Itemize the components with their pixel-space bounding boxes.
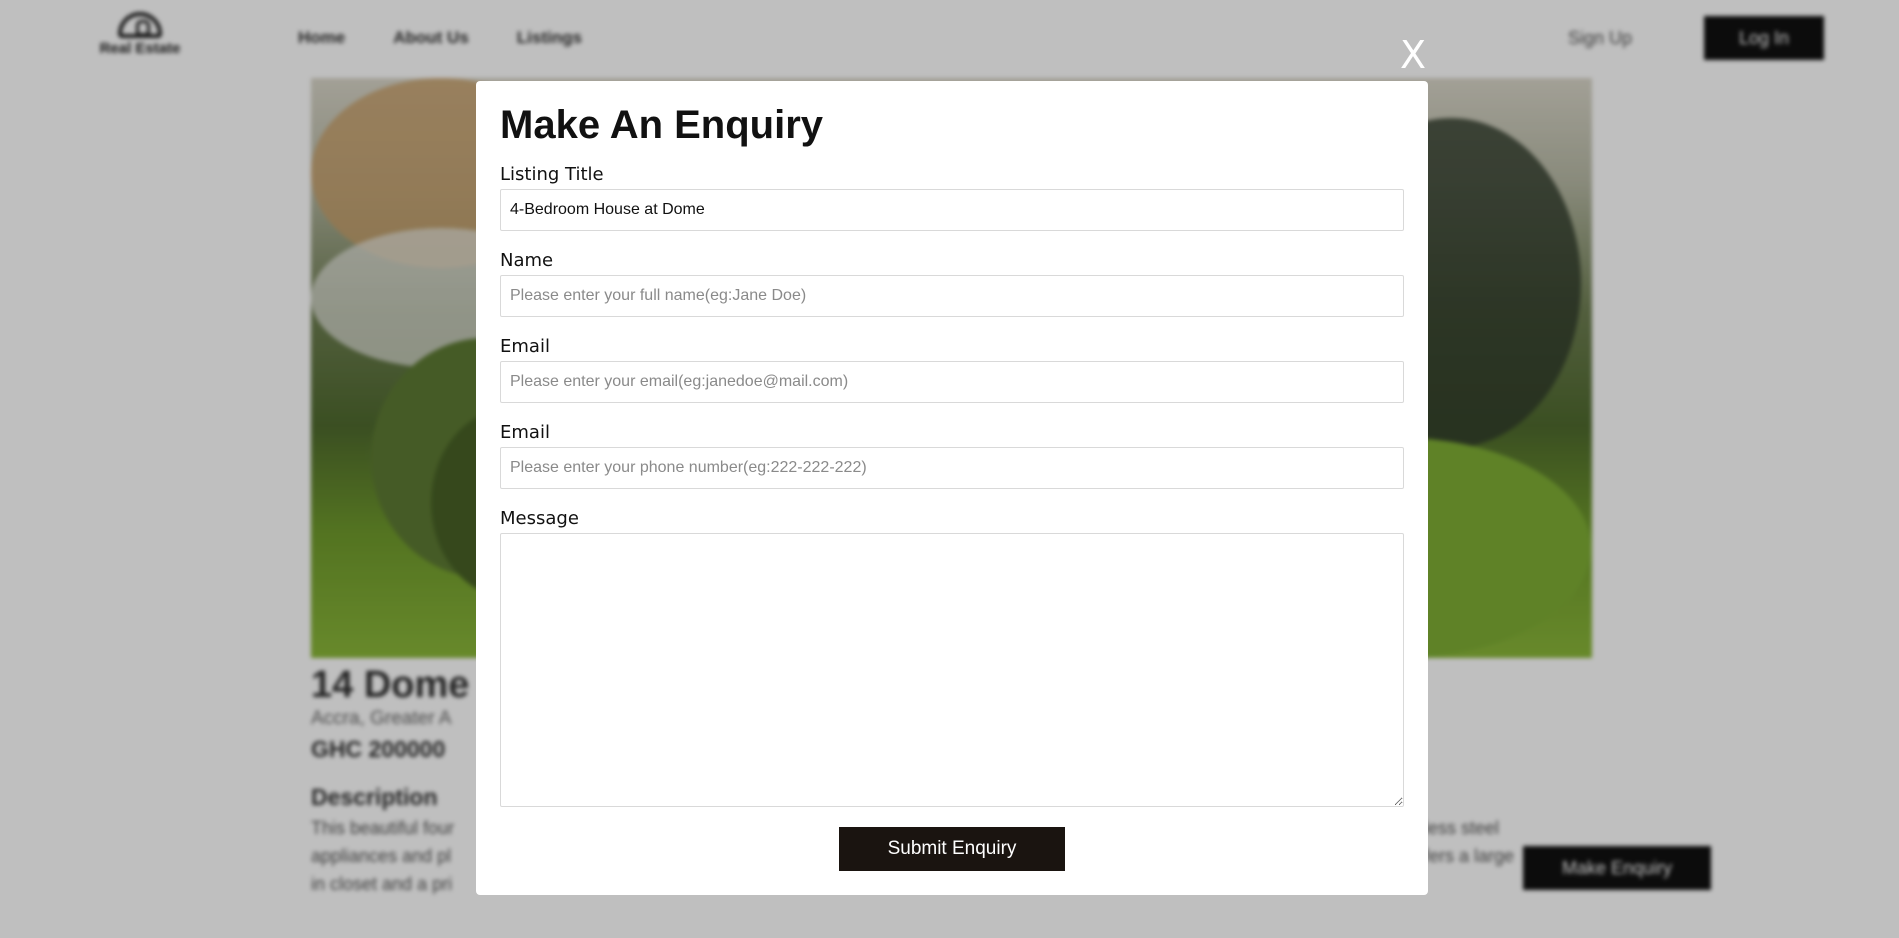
email-input[interactable]: [500, 361, 1404, 403]
phone-label: Email: [500, 422, 550, 443]
listing-title-label: Listing Title: [500, 164, 604, 185]
modal-title: Make An Enquiry: [500, 103, 824, 147]
listing-title-input[interactable]: [500, 189, 1404, 231]
enquiry-modal: Make An Enquiry Listing Title Name Email…: [476, 81, 1428, 895]
email-label: Email: [500, 336, 550, 357]
message-textarea[interactable]: [500, 533, 1404, 807]
message-label: Message: [500, 508, 579, 529]
close-icon[interactable]: X: [1400, 36, 1426, 74]
name-input[interactable]: [500, 275, 1404, 317]
name-label: Name: [500, 250, 554, 271]
phone-input[interactable]: [500, 447, 1404, 489]
submit-enquiry-button[interactable]: Submit Enquiry: [839, 827, 1065, 871]
